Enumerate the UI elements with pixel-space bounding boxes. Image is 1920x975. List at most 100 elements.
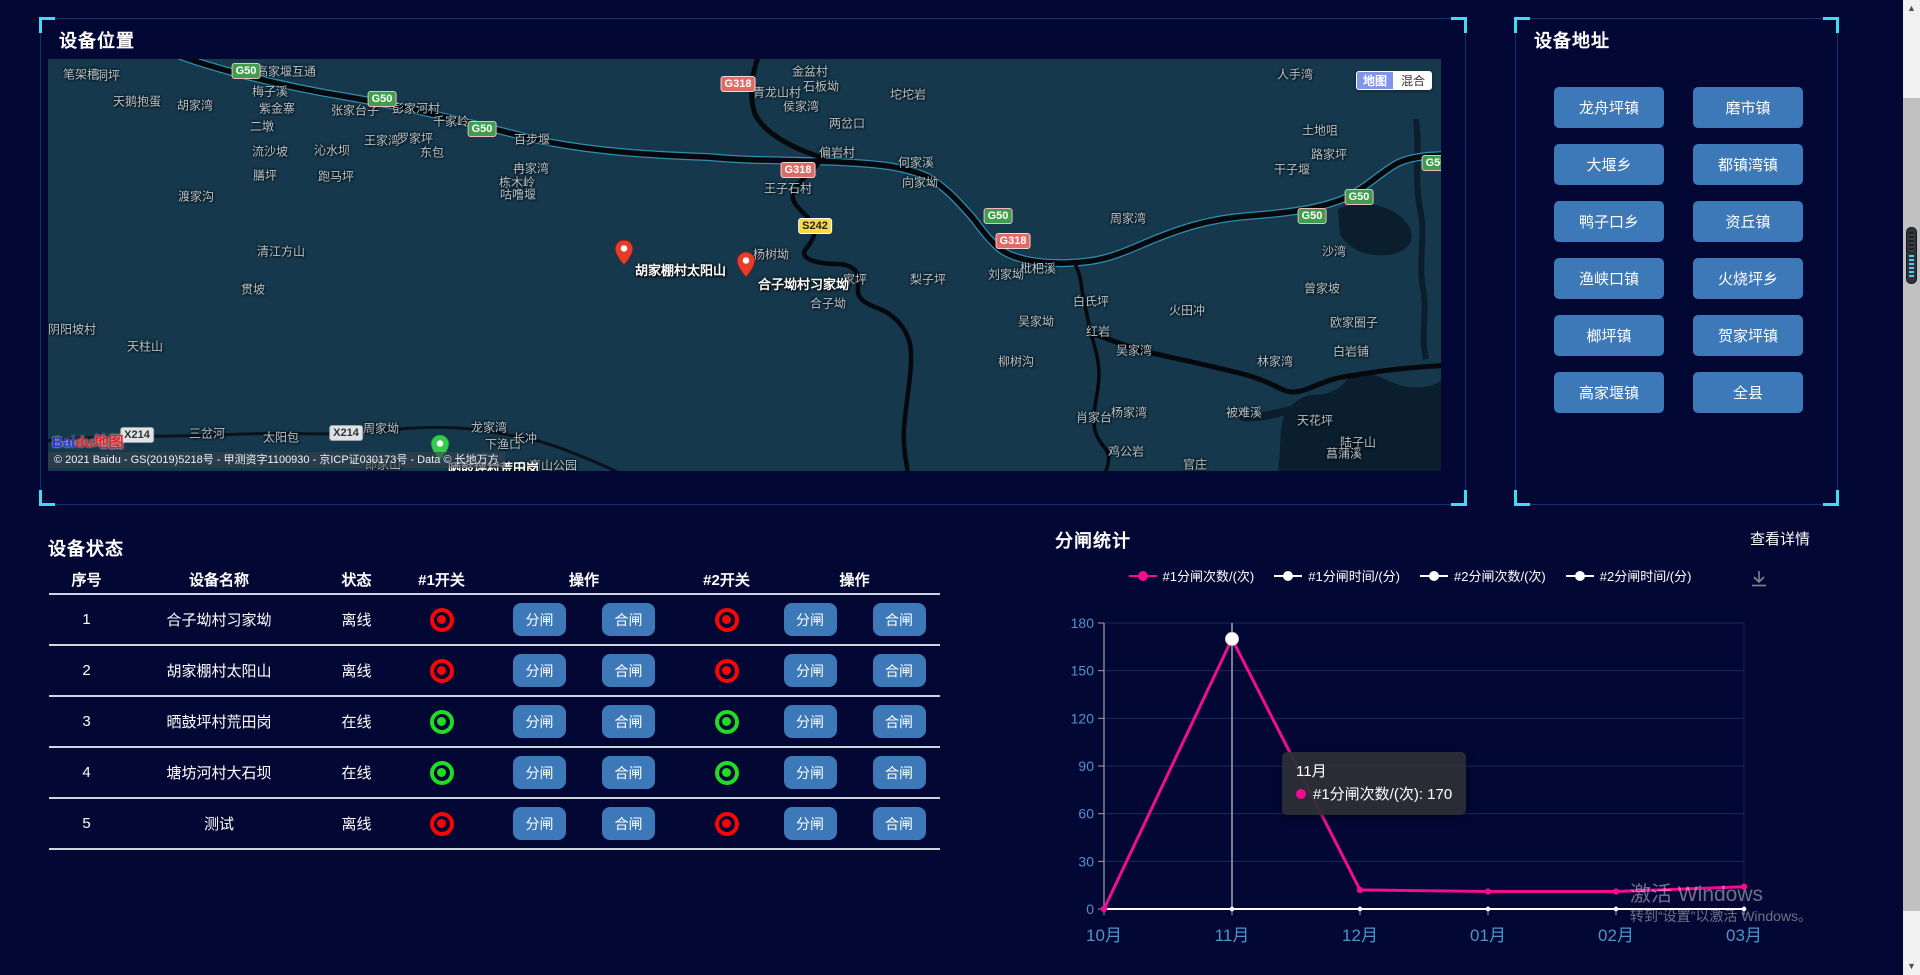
svg-text:120: 120: [1071, 710, 1095, 726]
address-button-龙舟坪镇[interactable]: 龙舟坪镇: [1554, 87, 1664, 128]
legend-item[interactable]: #2分闸次数/(次): [1420, 566, 1546, 585]
switch-close-button[interactable]: 合闸: [873, 807, 926, 840]
column-header: #1开关: [399, 569, 484, 590]
map-place-label: 两岔口: [829, 115, 865, 132]
map-type-map-button[interactable]: 地图: [1356, 71, 1394, 90]
switch-close-button[interactable]: 合闸: [873, 654, 926, 687]
baidu-logo-bai: Bai: [52, 434, 75, 451]
legend-marker-icon: [1129, 571, 1157, 581]
corner-decoration: [39, 490, 55, 506]
map-place-label: 刘家坳: [988, 266, 1024, 283]
trip-open-button[interactable]: 分闸: [784, 603, 837, 636]
trip-open-button[interactable]: 分闸: [513, 756, 566, 789]
svg-text:11月: 11月: [1215, 926, 1250, 945]
map-pin-icon[interactable]: [737, 251, 756, 278]
trip-open-button[interactable]: 分闸: [513, 807, 566, 840]
switch-close-button[interactable]: 合闸: [602, 603, 655, 636]
corner-decoration: [1514, 490, 1530, 506]
switch-close-button[interactable]: 合闸: [602, 756, 655, 789]
chart-tooltip: 11月 #1分闸次数/(次): 170: [1282, 752, 1466, 815]
map-place-label: 柳树沟: [998, 353, 1034, 370]
switch-close-button[interactable]: 合闸: [602, 807, 655, 840]
legend-item[interactable]: #1分闸时间/(分): [1274, 566, 1400, 585]
address-button-grid: 龙舟坪镇磨市镇大堰乡都镇湾镇鸭子口乡资丘镇渔峡口镇火烧坪乡榔坪镇贺家坪镇高家堰镇…: [1554, 87, 1803, 413]
map-place-label: 路家坪: [1311, 146, 1347, 163]
baidu-map[interactable]: 笔架槽洞坪天鹅抱蛋胡家湾高家堰互通梅子溪紫金寨二墩流沙坡沁水坝张家台子彭家河村千…: [48, 59, 1441, 471]
address-button-渔峡口镇[interactable]: 渔峡口镇: [1554, 258, 1664, 299]
trip-open-button[interactable]: 分闸: [513, 705, 566, 738]
column-header: #2开关: [684, 569, 769, 590]
map-type-hybrid-button[interactable]: 混合: [1394, 71, 1432, 90]
column-header: 设备名称: [124, 569, 314, 590]
map-place-label: 吴家湾: [1116, 342, 1152, 359]
legend-item[interactable]: #1分闸次数/(次): [1129, 566, 1255, 585]
map-place-label: 周家湾: [1110, 210, 1146, 227]
view-details-link[interactable]: 查看详情: [1750, 528, 1810, 549]
legend-item[interactable]: #2分闸时间/(分): [1566, 566, 1692, 585]
map-place-label: 咕噜堰: [500, 186, 536, 203]
switch2-cell: [684, 812, 769, 836]
windows-activation-watermark-sub: 转到“设置”以激活 Windows。: [1630, 906, 1812, 926]
road-badge-s242: S242: [798, 218, 832, 234]
switch-close-button[interactable]: 合闸: [873, 756, 926, 789]
switch-close-button[interactable]: 合闸: [602, 654, 655, 687]
switch-close-button[interactable]: 合闸: [873, 603, 926, 636]
legend-marker-icon: [1420, 571, 1448, 581]
device-status: 离线: [314, 609, 399, 630]
address-button-高家堰镇[interactable]: 高家堰镇: [1554, 372, 1664, 413]
trip-open-button[interactable]: 分闸: [513, 603, 566, 636]
table-row: 1合子坳村习家坳离线分闸合闸分闸合闸: [49, 595, 940, 646]
scrollbar-overlay-widget[interactable]: [1906, 227, 1917, 284]
address-button-火烧坪乡[interactable]: 火烧坪乡: [1693, 258, 1803, 299]
road-badge-g318: G318: [781, 162, 816, 178]
map-place-label: 胡家湾: [177, 97, 213, 114]
corner-decoration: [39, 17, 55, 33]
device-name: 胡家棚村太阳山: [124, 660, 314, 681]
svg-text:01月: 01月: [1470, 926, 1506, 945]
trip-open-button[interactable]: 分闸: [784, 807, 837, 840]
row-index: 4: [49, 764, 124, 781]
road-badge-g50: G50: [232, 63, 261, 79]
switch1-actions: 分闸 合闸: [484, 654, 684, 687]
scrollbar-up-arrow-icon[interactable]: ▲: [1903, 0, 1920, 17]
switch1-cell: [399, 659, 484, 683]
corner-decoration: [1514, 17, 1530, 33]
switch2-actions: 分闸 合闸: [769, 603, 940, 636]
map-place-label: 流沙坡: [252, 143, 288, 160]
map-place-label: 火田冲: [1169, 302, 1205, 319]
switch2-actions: 分闸 合闸: [769, 654, 940, 687]
switch-indicator-on: [715, 761, 739, 785]
address-button-磨市镇[interactable]: 磨市镇: [1693, 87, 1803, 128]
road-badge-g50: G50: [1422, 155, 1441, 171]
road-badge-g50: G50: [1298, 208, 1327, 224]
address-button-鸭子口乡[interactable]: 鸭子口乡: [1554, 201, 1664, 242]
vertical-scrollbar[interactable]: ▲ ▼: [1903, 0, 1920, 975]
map-pin-icon[interactable]: [615, 239, 634, 266]
address-button-都镇湾镇[interactable]: 都镇湾镇: [1693, 144, 1803, 185]
svg-text:150: 150: [1071, 663, 1095, 679]
trip-open-button[interactable]: 分闸: [784, 756, 837, 789]
map-place-label: 阴阳坡村: [48, 321, 96, 338]
address-button-榔坪镇[interactable]: 榔坪镇: [1554, 315, 1664, 356]
switch1-actions: 分闸 合闸: [484, 705, 684, 738]
trip-open-button[interactable]: 分闸: [513, 654, 566, 687]
scrollbar-thumb[interactable]: [1903, 98, 1920, 911]
map-place-label: 坨坨岩: [890, 86, 926, 103]
address-button-大堰乡[interactable]: 大堰乡: [1554, 144, 1664, 185]
switch-close-button[interactable]: 合闸: [602, 705, 655, 738]
address-button-贺家坪镇[interactable]: 贺家坪镇: [1693, 315, 1803, 356]
trip-open-button[interactable]: 分闸: [784, 654, 837, 687]
scrollbar-down-arrow-icon[interactable]: ▼: [1903, 958, 1920, 975]
address-button-资丘镇[interactable]: 资丘镇: [1693, 201, 1803, 242]
map-place-label: 杨树坳: [753, 246, 789, 263]
switch-close-button[interactable]: 合闸: [873, 705, 926, 738]
map-place-label: 太阳包: [263, 429, 299, 446]
device-location-panel: 设备位置 笔架槽洞坪天鹅: [40, 18, 1466, 505]
map-place-label: 跑马坪: [318, 168, 354, 185]
trip-open-button[interactable]: 分闸: [784, 705, 837, 738]
map-copyright: © 2021 Baidu - GS(2019)5218号 - 甲测资字11009…: [48, 452, 505, 468]
address-button-全县[interactable]: 全县: [1693, 372, 1803, 413]
baidu-logo-du: du: [75, 434, 93, 451]
map-place-label: 欧家圈子: [1330, 314, 1378, 331]
road-badge-g318: G318: [996, 233, 1031, 249]
